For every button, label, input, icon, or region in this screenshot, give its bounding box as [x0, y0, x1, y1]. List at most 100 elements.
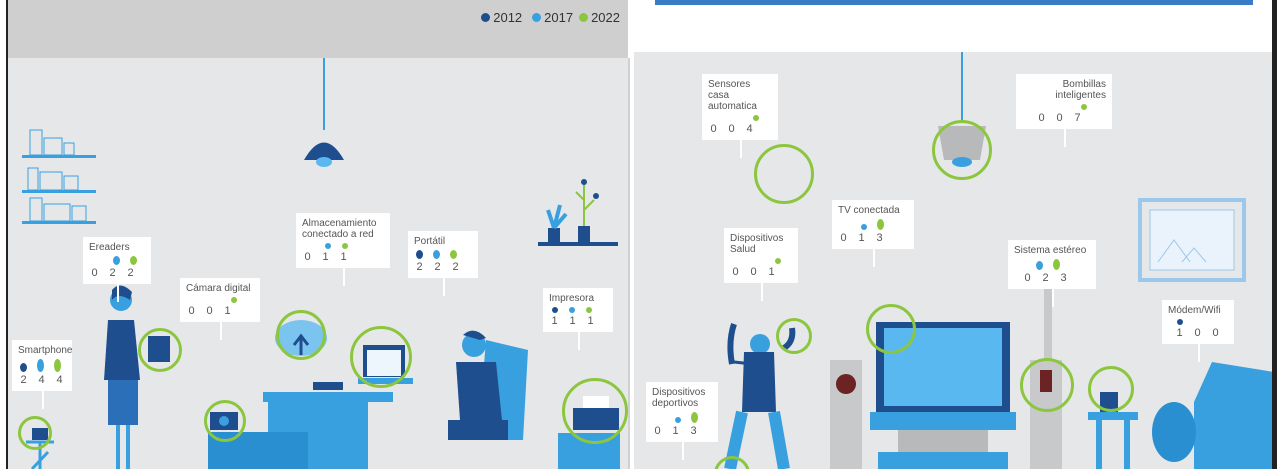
card-values: 013 — [652, 426, 712, 437]
value-2022: 3 — [690, 425, 697, 437]
highlight-ring-smartphone — [18, 416, 52, 450]
card-title: Sistema estéreo — [1014, 245, 1087, 256]
dot-slot — [433, 250, 440, 259]
dot-slot — [1053, 259, 1060, 270]
dot-slot — [877, 219, 884, 230]
value-2017: 2 — [434, 261, 441, 273]
value-2012: 0 — [1024, 272, 1031, 284]
value-2012: 0 — [732, 266, 739, 278]
year-indicator-dot — [341, 243, 348, 249]
card-title: Portátil — [414, 236, 446, 247]
card-values: 100 — [1168, 328, 1228, 339]
year-indicator-dot — [568, 307, 575, 313]
card-dots — [186, 297, 254, 303]
highlight-ring-ereader — [138, 328, 182, 372]
value-2017: 2 — [1042, 272, 1049, 284]
dot-slot — [568, 307, 575, 313]
card-dispositivos-salud: Dispositivos Salud 001 — [724, 228, 798, 301]
value-2012: 1 — [1176, 327, 1183, 339]
right-illustration-panel: Sensores casa automatica 004 Bombillas i… — [634, 52, 1277, 469]
card-impresora: Impresora 111 — [543, 288, 613, 350]
year-indicator-dot — [450, 250, 457, 259]
card-values: 007 — [1022, 113, 1106, 124]
dot-slot — [230, 297, 237, 303]
card-title: Sensores casa automatica — [708, 79, 757, 112]
value-2012: 0 — [654, 425, 661, 437]
year-indicator-dot — [860, 224, 867, 230]
value-2012: 0 — [304, 251, 311, 263]
dot-slot — [37, 359, 44, 372]
card-dots — [414, 250, 472, 259]
card-title: TV conectada — [838, 205, 900, 216]
dot-slot — [416, 250, 423, 259]
year-indicator-dot — [1176, 319, 1183, 325]
dot-slot — [1036, 261, 1043, 270]
card-values: 023 — [1014, 273, 1090, 284]
card-values: 001 — [730, 267, 792, 278]
year-indicator-dot — [1080, 104, 1087, 110]
dot-slot — [1080, 104, 1087, 110]
dot-slot — [113, 256, 120, 265]
card-smartphone: Smartphone 244 — [12, 340, 72, 409]
value-2017: 0 — [728, 123, 735, 135]
value-2017: 2 — [109, 267, 116, 279]
dot-slot — [130, 256, 137, 265]
woman-figure — [750, 334, 770, 354]
card-title: Cámara digital — [186, 283, 251, 294]
year-indicator-dot — [230, 297, 237, 303]
value-2012: 0 — [840, 232, 847, 244]
year-indicator-dot — [416, 250, 423, 259]
card-dots — [1168, 319, 1228, 325]
dot-slot — [691, 412, 698, 423]
highlight-ring-printer — [562, 378, 628, 444]
value-2022: 4 — [746, 123, 753, 135]
value-2022: 4 — [56, 374, 63, 386]
highlight-ring-bombillas — [932, 120, 992, 180]
header-accent-bar — [655, 0, 1253, 5]
year-indicator-dot — [113, 256, 120, 265]
dot-slot — [1176, 319, 1183, 325]
year-indicator-dot — [585, 307, 592, 313]
year-indicator-dot — [1053, 259, 1060, 270]
year-indicator-dot — [20, 363, 27, 372]
card-dots — [838, 219, 908, 230]
card-title: Dispositivos Salud — [730, 233, 784, 255]
card-camara-digital: Cámara digital 001 — [180, 278, 260, 340]
value-2017: 1 — [858, 232, 865, 244]
year-indicator-dot — [752, 115, 759, 121]
left-illustration-panel: 2012 2017 2022 Smartphone 2 4 4 Ereaders… — [6, 0, 628, 469]
card-dispositivos-deportivos: Dispositivos deportivos 013 — [646, 382, 718, 460]
year-indicator-dot — [1036, 261, 1043, 270]
card-modem-wifi: Módem/Wifi 100 — [1162, 300, 1234, 362]
value-2022: 7 — [1074, 112, 1081, 124]
card-portatil: Portátil 222 — [408, 231, 478, 296]
highlight-ring-sensores — [754, 144, 814, 204]
value-2017: 0 — [1056, 112, 1063, 124]
year-indicator-dot — [54, 359, 61, 372]
value-2012: 0 — [710, 123, 717, 135]
right-edge-border — [1272, 0, 1277, 469]
nas-device-icon — [313, 382, 343, 390]
dot-slot — [774, 258, 781, 264]
dot-slot — [324, 243, 331, 249]
highlight-ring-camera — [204, 400, 246, 442]
year-indicator-dot — [37, 359, 44, 372]
value-2022: 1 — [768, 266, 775, 278]
value-2012: 2 — [416, 261, 423, 273]
card-ereaders: Ereaders 022 — [83, 237, 151, 302]
value-2022: 1 — [224, 305, 231, 317]
dot-slot — [450, 250, 457, 259]
year-indicator-dot — [551, 307, 558, 313]
card-dots — [730, 258, 792, 264]
card-values: 001 — [186, 306, 254, 317]
year-indicator-dot — [691, 412, 698, 423]
panel-divider — [628, 58, 630, 469]
card-dots — [652, 412, 712, 423]
card-tv-conectada: TV conectada 013 — [832, 200, 914, 267]
highlight-ring-nas — [276, 310, 326, 360]
dot-slot — [20, 363, 27, 372]
card-values: 111 — [549, 316, 607, 327]
card-title: Ereaders — [89, 242, 130, 253]
card-dots — [1014, 259, 1090, 270]
value-2022: 0 — [1212, 327, 1219, 339]
